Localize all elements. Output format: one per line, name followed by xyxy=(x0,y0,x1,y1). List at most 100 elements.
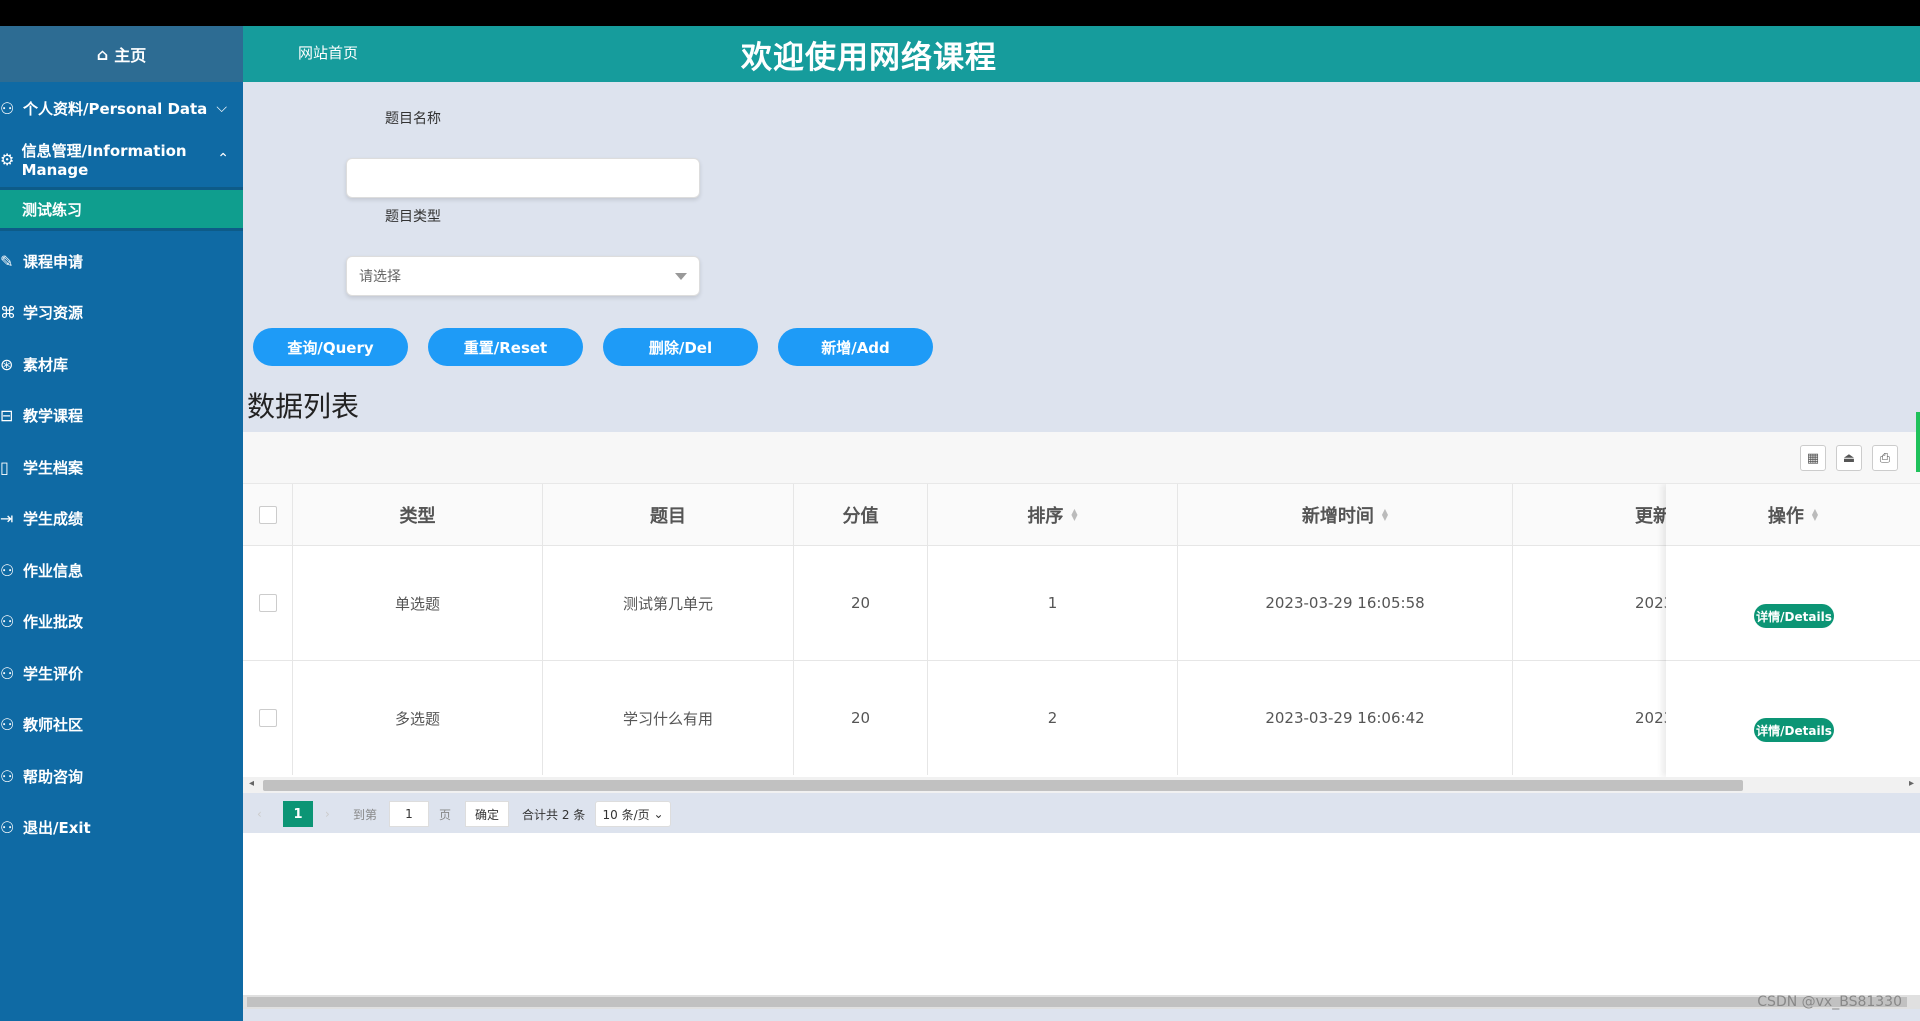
horizontal-scrollbar[interactable]: ◂ ▸ xyxy=(243,777,1920,793)
scroll-right-icon[interactable]: ▸ xyxy=(1909,778,1914,789)
sidebar-home-label: 主页 xyxy=(114,46,147,65)
page-horizontal-scrollbar[interactable] xyxy=(243,995,1920,1009)
table-cell-score: 20 xyxy=(794,661,928,775)
page-label: 页 xyxy=(439,807,452,822)
question-type-placeholder: 请选择 xyxy=(359,269,401,285)
reset-button[interactable]: 重置/Reset xyxy=(428,328,583,366)
sidebar-item-student-evaluation[interactable]: ⚇ 学生评价 xyxy=(0,653,243,693)
add-button[interactable]: 新增/Add xyxy=(778,328,933,366)
question-name-input[interactable] xyxy=(346,158,700,198)
site-home-link[interactable]: 网站首页 xyxy=(298,42,358,63)
delete-button[interactable]: 删除/Del xyxy=(603,328,758,366)
sidebar-item-label: 信息管理/Information Manage xyxy=(21,141,187,179)
window-top-bar xyxy=(0,0,1920,26)
sidebar-home[interactable]: ⌂ 主页 xyxy=(0,26,243,82)
sidebar-item-material-library[interactable]: ⊛ 素材库 xyxy=(0,344,243,384)
sidebar-item-exit[interactable]: ⚇ 退出/Exit xyxy=(0,807,243,847)
sidebar-item-label: 教师社区 xyxy=(23,715,84,734)
prev-page-icon[interactable]: ‹ xyxy=(257,801,262,827)
scrollbar-thumb[interactable] xyxy=(263,780,1743,791)
sidebar-item-personal-data[interactable]: ⚇ 个人资料/Personal Data ⌵ xyxy=(0,88,243,128)
scroll-left-icon[interactable]: ◂ xyxy=(249,778,254,789)
row-checkbox-cell xyxy=(243,661,293,775)
page-title: 欢迎使用网络课程 xyxy=(741,40,997,76)
page-number-current[interactable]: 1 xyxy=(283,801,313,827)
sidebar-item-label: 退出/Exit xyxy=(23,818,91,837)
sidebar-subitem-label: 测试练习 xyxy=(22,200,83,219)
export-icon[interactable]: ⏏ xyxy=(1836,445,1862,471)
empty-area xyxy=(243,833,1920,1001)
sidebar-item-teacher-community[interactable]: ⚇ 教师社区 xyxy=(0,704,243,744)
sidebar-item-student-archive[interactable]: ▯ 学生档案 xyxy=(0,447,243,487)
sidebar-item-homework-info[interactable]: ⚇ 作业信息 xyxy=(0,550,243,590)
user-icon: ⚇ xyxy=(0,98,15,118)
table-cell-created: 2023-03-29 16:05:58 xyxy=(1178,546,1513,660)
chevron-up-icon: ⌃ xyxy=(217,151,229,167)
column-header-action[interactable]: 操作 ▲ ▼ xyxy=(1666,484,1920,546)
table-cell-order: 2 xyxy=(928,661,1178,775)
page-size-select[interactable]: 10 条/页 ⌄ xyxy=(595,801,671,827)
sidebar-item-homework-grading[interactable]: ⚇ 作业批改 xyxy=(0,601,243,641)
vertical-scroll-indicator[interactable] xyxy=(1916,412,1920,472)
select-all-checkbox[interactable] xyxy=(258,506,277,524)
goto-page-input[interactable]: 1 xyxy=(389,801,429,827)
scrollbar-thumb[interactable] xyxy=(247,997,1907,1007)
sidebar-item-student-grades[interactable]: ⇥ 学生成绩 xyxy=(0,498,243,538)
sidebar-item-information-manage[interactable]: ⚙ 信息管理/Information Manage ⌃ xyxy=(0,139,243,179)
row-checkbox[interactable] xyxy=(258,709,277,727)
main-content: 题目名称 题目类型 请选择 查询/Query 重置/Reset 删除/Del 新… xyxy=(243,82,1920,1021)
sidebar-item-label: 素材库 xyxy=(23,355,69,374)
sidebar-item-teaching-course[interactable]: ⊟ 教学课程 xyxy=(0,395,243,435)
sidebar-item-label: 学生档案 xyxy=(23,458,84,477)
sidebar-item-label: 作业信息 xyxy=(23,561,84,580)
table-cell-score: 20 xyxy=(794,546,928,660)
sidebar-item-label: 学生评价 xyxy=(23,664,84,683)
pagination: ‹ 1 › 到第 1 页 确定 合计共 2 条 10 条/页 ⌄ xyxy=(243,793,1920,833)
watermark: CSDN @vx_BS81330 xyxy=(1757,994,1902,1010)
sidebar-item-learning-resources[interactable]: ⌘ 学习资源 xyxy=(0,292,243,332)
grade-icon: ⇥ xyxy=(0,508,14,528)
user-icon: ⚇ xyxy=(0,663,15,683)
user-icon: ⚇ xyxy=(0,766,15,786)
column-header-created[interactable]: 新增时间 ▲ ▼ xyxy=(1178,484,1513,546)
sidebar-item-label: 学习资源 xyxy=(23,303,84,322)
goto-label: 到第 xyxy=(353,807,378,822)
column-header-order[interactable]: 排序 ▲ ▼ xyxy=(928,484,1178,546)
library-icon: ⊛ xyxy=(0,354,14,374)
phone-icon: ▯ xyxy=(0,457,9,477)
sidebar-item-course-apply[interactable]: ✎ 课程申请 xyxy=(0,241,243,281)
question-name-label: 题目名称 xyxy=(385,111,441,127)
table-cell-type: 单选题 xyxy=(293,546,543,660)
sort-icon[interactable]: ▲ ▼ xyxy=(1071,508,1077,522)
sidebar: ⌂ 主页 ⚇ 个人资料/Personal Data ⌵ ⚙ 信息管理/Infor… xyxy=(0,26,243,1021)
goto-confirm-button[interactable]: 确定 xyxy=(465,801,509,827)
data-list-title: 数据列表 xyxy=(247,390,360,423)
sidebar-subitem-test-practice[interactable]: 测试练习 xyxy=(0,187,243,231)
sidebar-item-label: 课程申请 xyxy=(23,252,84,271)
sidebar-item-label: 个人资料/Personal Data xyxy=(23,99,208,118)
column-header-title: 题目 xyxy=(543,484,794,546)
sort-icon[interactable]: ▲ ▼ xyxy=(1812,507,1818,521)
sidebar-item-help-consult[interactable]: ⚇ 帮助咨询 xyxy=(0,756,243,796)
sidebar-item-label: 帮助咨询 xyxy=(23,767,84,786)
sort-icon[interactable]: ▲ ▼ xyxy=(1382,508,1388,522)
details-button[interactable]: 详情/Details xyxy=(1754,604,1834,628)
table-cell-title: 学习什么有用 xyxy=(543,661,794,775)
total-count: 合计共 2 条 xyxy=(522,807,586,822)
sidebar-item-label: 作业批改 xyxy=(23,612,84,631)
user-icon: ⚇ xyxy=(0,560,15,580)
columns-icon[interactable]: ▦ xyxy=(1800,445,1826,471)
query-button[interactable]: 查询/Query xyxy=(253,328,408,366)
next-page-icon[interactable]: › xyxy=(325,801,330,827)
details-button[interactable]: 详情/Details xyxy=(1754,718,1834,742)
settings-icon: ⚙ xyxy=(0,149,15,169)
question-type-select[interactable]: 请选择 xyxy=(346,256,700,296)
sidebar-item-label: 教学课程 xyxy=(23,406,84,425)
sidebar-item-label: 学生成绩 xyxy=(23,509,84,528)
print-icon[interactable]: ⎙ xyxy=(1872,445,1898,471)
table-cell-created: 2023-03-29 16:06:42 xyxy=(1178,661,1513,775)
user-icon: ⚇ xyxy=(0,817,15,837)
top-header: 网站首页 欢迎使用网络课程 xyxy=(243,26,1920,82)
column-header-type: 类型 xyxy=(293,484,543,546)
row-checkbox[interactable] xyxy=(258,594,277,612)
